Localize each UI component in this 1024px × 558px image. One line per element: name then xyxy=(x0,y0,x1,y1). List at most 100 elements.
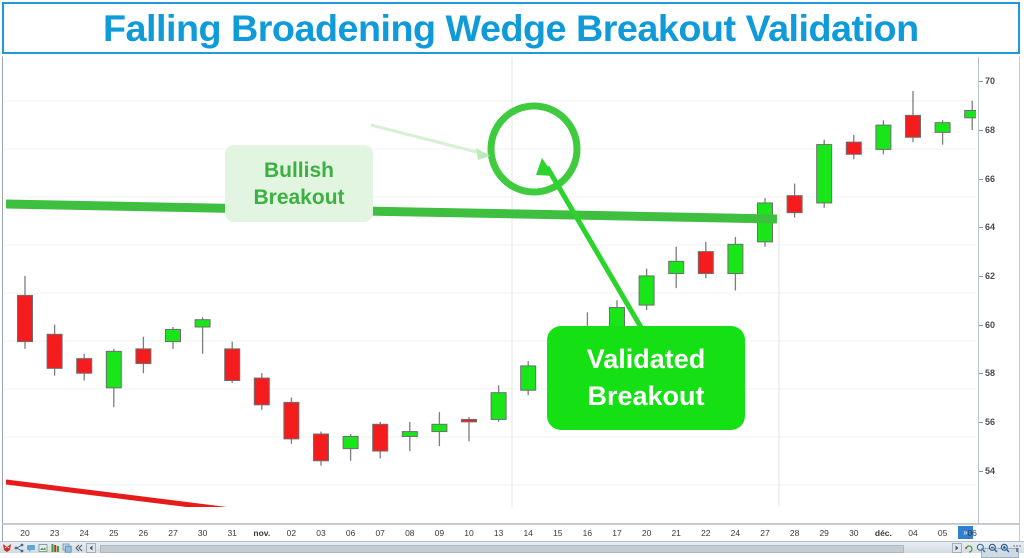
date-tick: 14 xyxy=(523,528,533,538)
candle-body-bearish xyxy=(313,433,329,462)
toolbar-right-group xyxy=(952,542,1022,553)
candle-body-bearish xyxy=(786,195,803,214)
copy-icon[interactable] xyxy=(62,543,72,553)
candle-body-bullish xyxy=(638,275,655,306)
date-tick: 26 xyxy=(138,528,149,538)
candle-body-bearish xyxy=(224,348,241,382)
fox-icon[interactable] xyxy=(2,543,12,553)
date-tick: 05 xyxy=(937,528,948,538)
date-tick: 31 xyxy=(227,528,237,538)
candle-body-bearish xyxy=(253,377,270,406)
resistance-trendline xyxy=(6,199,778,224)
candle-body-bullish xyxy=(727,243,744,274)
price-tick: 70 xyxy=(979,76,995,86)
price-tick: 64 xyxy=(979,222,995,232)
date-tick: 09 xyxy=(434,528,445,538)
candle-body-bullish xyxy=(165,328,181,343)
price-axis[interactable]: 54 56 58 60 62 64 66 68 70 xyxy=(978,57,1022,525)
date-tick: 10 xyxy=(464,528,474,538)
zoom-out-icon[interactable] xyxy=(988,543,998,553)
candle-body-bullish xyxy=(934,122,951,133)
date-tick: 16 xyxy=(582,528,593,538)
refresh-chart-icon[interactable] xyxy=(964,543,974,553)
chart-screenshot: Falling Broadening Wedge Breakout Valida… xyxy=(0,0,1024,558)
candle-body-bullish xyxy=(490,392,507,420)
candle-body-bullish xyxy=(816,144,833,204)
validated-callout-arrow xyxy=(536,158,645,331)
date-tick: 07 xyxy=(375,528,385,538)
candle-body-bullish xyxy=(431,423,448,433)
comment-icon[interactable] xyxy=(26,543,36,553)
date-tick: 24 xyxy=(730,528,741,538)
price-tick: 62 xyxy=(979,271,995,281)
date-tick: 03 xyxy=(316,528,326,538)
candle-body-bullish xyxy=(105,350,122,389)
date-tick: 27 xyxy=(760,528,770,538)
date-tick: 21 xyxy=(671,528,681,538)
date-tick: 30 xyxy=(849,528,859,538)
price-tick: 56 xyxy=(979,417,995,427)
toolbar-left-group xyxy=(2,542,96,553)
date-tick: 08 xyxy=(405,528,415,538)
candlestick-series xyxy=(17,91,976,466)
image-icon[interactable] xyxy=(38,543,48,553)
step-left-icon[interactable] xyxy=(86,542,96,553)
share-icon[interactable] xyxy=(14,543,24,553)
candle-body-bullish xyxy=(609,307,625,328)
bars-icon[interactable] xyxy=(50,543,60,553)
candle-body-bearish xyxy=(17,294,33,343)
candle-body-bearish xyxy=(905,114,921,138)
candle-body-bearish xyxy=(372,423,389,452)
candle-body-bullish xyxy=(520,365,537,391)
date-tick: 13 xyxy=(493,528,504,538)
date-tick: 15 xyxy=(553,528,563,538)
candle-body-bearish xyxy=(46,333,63,369)
date-tick: 06 xyxy=(967,528,977,538)
date-tick: 23 xyxy=(49,528,60,538)
more-options-icon[interactable] xyxy=(1012,543,1022,553)
zoom-in-icon[interactable] xyxy=(1000,543,1010,553)
candlestick-svg xyxy=(6,57,976,507)
date-tick: nov. xyxy=(253,528,271,538)
date-tick: 20 xyxy=(641,528,652,538)
price-tick: 54 xyxy=(979,466,995,476)
candle-body-bearish xyxy=(76,358,93,374)
date-tick: 20 xyxy=(20,528,30,538)
candle-body-bullish xyxy=(668,260,685,274)
date-tick: 30 xyxy=(197,528,208,538)
validated-callout-line1: Validated xyxy=(586,344,706,374)
bullish-breakout-callout: Bullish Breakout xyxy=(225,145,373,222)
collapse-left-icon[interactable] xyxy=(74,543,84,553)
page-title: Falling Broadening Wedge Breakout Valida… xyxy=(103,7,919,49)
date-tick: 06 xyxy=(345,528,356,538)
candle-body-bullish xyxy=(194,319,211,328)
date-tick: 24 xyxy=(79,528,89,538)
price-tick: 66 xyxy=(979,174,995,184)
validated-breakout-callout: Validated Breakout xyxy=(547,326,745,430)
date-tick: 28 xyxy=(789,528,800,538)
zoom-select-icon[interactable] xyxy=(976,543,986,553)
step-right-icon[interactable] xyxy=(952,542,962,553)
bottom-toolbar xyxy=(0,541,1024,558)
candle-body-bearish xyxy=(283,401,300,440)
date-tick: 02 xyxy=(286,528,297,538)
candle-body-bullish xyxy=(875,124,892,150)
bullish-callout-line1: Bullish xyxy=(263,158,334,182)
price-tick: 60 xyxy=(979,320,995,330)
bullish-callout-line2: Breakout xyxy=(253,185,345,209)
candle-body-bearish xyxy=(461,418,477,423)
candle-body-bearish xyxy=(135,348,152,364)
date-tick: 27 xyxy=(168,528,178,538)
validated-callout-line2: Breakout xyxy=(587,381,705,411)
candle-body-bearish xyxy=(845,141,862,155)
chart-plot-area[interactable]: Bullish Breakout Validated Breakout IT-F… xyxy=(6,57,976,507)
price-tick: 68 xyxy=(979,125,995,135)
date-axis[interactable]: » 20 23 24 25 26 27 30 31 nov. 02 03 06 07 08 09 10 13 14… xyxy=(2,524,1020,541)
support-trendline xyxy=(6,479,227,507)
date-tick: 17 xyxy=(612,528,622,538)
bullish-callout-arrow xyxy=(370,123,490,160)
page-title-bar: Falling Broadening Wedge Breakout Valida… xyxy=(2,2,1020,54)
price-tick: 58 xyxy=(979,368,995,378)
candle-body-bullish xyxy=(401,431,418,437)
date-tick: 29 xyxy=(819,528,829,538)
